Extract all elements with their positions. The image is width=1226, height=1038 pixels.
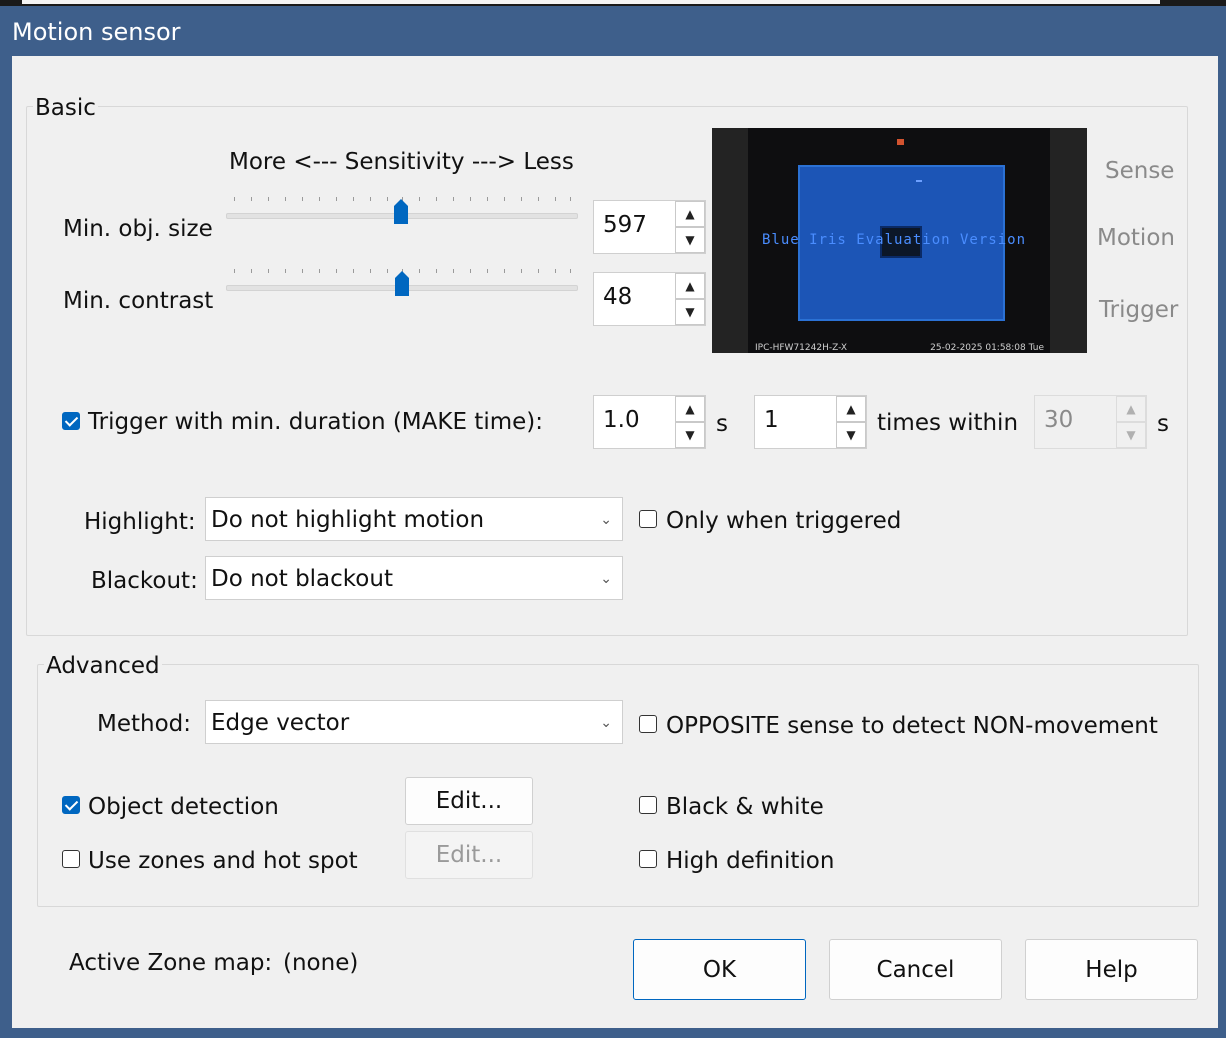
camera-timestamp: 25-02-2025 01:58:08 Tue <box>930 343 1044 353</box>
within-value[interactable]: 30 <box>1044 406 1073 434</box>
trigger-checkbox[interactable] <box>62 412 80 430</box>
window-title: Motion sensor <box>12 18 181 46</box>
min-obj-size-value[interactable]: 597 <box>603 211 647 239</box>
opposite-sense-label: OPPOSITE sense to detect NON-movement <box>666 713 1158 739</box>
within-down-button[interactable]: ▼ <box>1116 422 1146 448</box>
active-zone-label: Active Zone map: <box>69 950 273 976</box>
sensitivity-caption: More <--- Sensitivity ---> Less <box>229 149 574 175</box>
within-up-button[interactable]: ▲ <box>1116 396 1146 422</box>
trigger-label: Trigger <box>1099 297 1179 323</box>
min-obj-size-down-button[interactable]: ▼ <box>675 227 705 253</box>
black-white-checkbox[interactable] <box>639 796 657 814</box>
blackout-dropdown[interactable]: Do not blackout ⌄ <box>205 556 623 600</box>
zones-edit-button[interactable]: Edit... <box>405 831 533 879</box>
motion-label: Motion <box>1097 225 1175 251</box>
method-value: Edge vector <box>211 710 350 736</box>
highlight-value: Do not highlight motion <box>211 507 485 533</box>
min-contrast-down-button[interactable]: ▼ <box>675 299 705 325</box>
times-within-label: times within <box>877 410 1019 436</box>
help-button[interactable]: Help <box>1025 939 1198 1000</box>
zones-checkbox[interactable] <box>62 850 80 868</box>
object-detection-label: Object detection <box>88 794 279 820</box>
evaluation-watermark: Blue Iris Evaluation Version <box>762 232 1027 248</box>
trigger-label-text: Trigger with min. duration (MAKE time): <box>88 409 543 435</box>
method-dropdown[interactable]: Edge vector ⌄ <box>205 700 623 744</box>
within-spinner[interactable]: 30 ▲ ▼ <box>1034 395 1147 449</box>
chevron-down-icon: ⌄ <box>600 512 612 528</box>
zones-label: Use zones and hot spot <box>88 848 358 874</box>
opposite-sense-checkbox[interactable] <box>639 715 657 733</box>
dialog-body: Basic More <--- Sensitivity ---> Less Mi… <box>12 56 1218 1028</box>
min-contrast-spinner[interactable]: 48 ▲ ▼ <box>593 272 706 326</box>
active-zone-value: (none) <box>283 950 359 976</box>
min-contrast-label: Min. contrast <box>63 288 214 314</box>
duration-up-button[interactable]: ▲ <box>675 396 705 422</box>
black-white-label: Black & white <box>666 794 824 820</box>
object-detection-checkbox[interactable] <box>62 796 80 814</box>
title-bar: Motion sensor <box>0 6 1226 56</box>
object-detection-edit-button[interactable]: Edit... <box>405 777 533 825</box>
high-definition-label: High definition <box>666 848 835 874</box>
chevron-down-icon: ⌄ <box>600 571 612 587</box>
min-contrast-up-button[interactable]: ▲ <box>675 273 705 299</box>
method-label: Method: <box>97 711 192 737</box>
min-obj-size-slider[interactable] <box>226 195 578 235</box>
only-when-triggered-checkbox[interactable] <box>639 510 657 528</box>
advanced-group-label: Advanced <box>44 652 162 680</box>
times-value[interactable]: 1 <box>764 406 779 434</box>
high-definition-checkbox[interactable] <box>639 850 657 868</box>
motion-marker <box>897 139 904 145</box>
ok-button[interactable]: OK <box>633 939 806 1000</box>
within-unit: s <box>1157 411 1169 437</box>
min-obj-size-thumb[interactable] <box>393 199 409 225</box>
chevron-down-icon: ⌄ <box>600 715 612 731</box>
min-contrast-slider[interactable] <box>226 267 578 307</box>
blackout-label: Blackout: <box>91 568 198 594</box>
basic-group-label: Basic <box>33 94 98 122</box>
motion-preview: Blue Iris Evaluation Version IPC-HFW7124… <box>712 128 1087 353</box>
only-when-triggered-label: Only when triggered <box>666 508 902 534</box>
min-obj-size-up-button[interactable]: ▲ <box>675 201 705 227</box>
min-contrast-value[interactable]: 48 <box>603 283 632 311</box>
camera-name: IPC-HFW71242H-Z-X <box>755 343 848 353</box>
highlight-dropdown[interactable]: Do not highlight motion ⌄ <box>205 497 623 541</box>
duration-spinner[interactable]: 1.0 ▲ ▼ <box>593 395 706 449</box>
duration-down-button[interactable]: ▼ <box>675 422 705 448</box>
times-spinner[interactable]: 1 ▲ ▼ <box>754 395 867 449</box>
min-obj-size-label: Min. obj. size <box>63 216 213 242</box>
highlight-label: Highlight: <box>84 509 196 535</box>
times-down-button[interactable]: ▼ <box>836 422 866 448</box>
min-contrast-thumb[interactable] <box>394 271 410 297</box>
blackout-value: Do not blackout <box>211 566 393 592</box>
cancel-button[interactable]: Cancel <box>829 939 1002 1000</box>
duration-unit: s <box>716 411 728 437</box>
sense-label: Sense <box>1105 158 1175 184</box>
times-up-button[interactable]: ▲ <box>836 396 866 422</box>
min-obj-size-spinner[interactable]: 597 ▲ ▼ <box>593 200 706 254</box>
duration-value[interactable]: 1.0 <box>603 406 640 434</box>
